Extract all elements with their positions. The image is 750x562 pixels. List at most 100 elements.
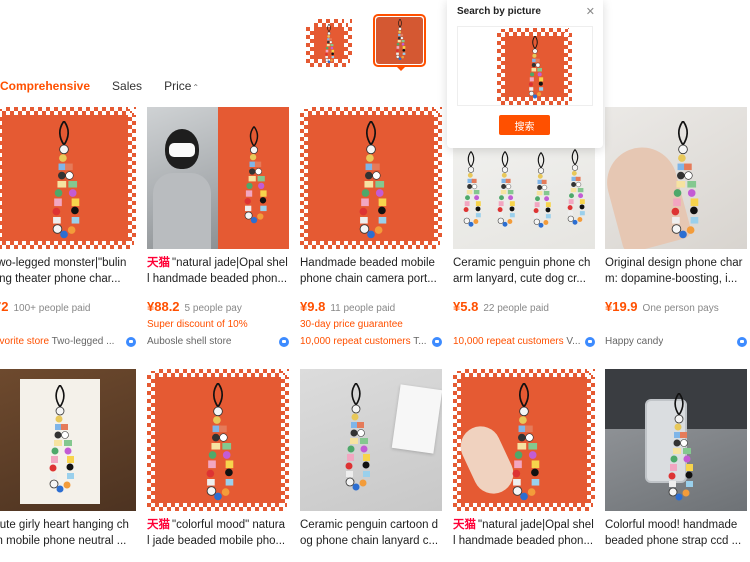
product-image[interactable] bbox=[0, 369, 136, 511]
sort-price-label: Price bbox=[164, 79, 192, 93]
shop-name[interactable]: 10,000 repeat customers V... bbox=[453, 336, 581, 347]
product-image[interactable] bbox=[605, 369, 747, 511]
product-card[interactable]: Ceramic penguin cartoon d og phone chain… bbox=[300, 369, 442, 549]
product-image[interactable] bbox=[300, 369, 442, 511]
search-image-thumbnail-2-selected[interactable] bbox=[373, 14, 426, 67]
sort-bar: Comprehensive Sales Price⌃ bbox=[0, 77, 221, 95]
sort-sales[interactable]: Sales bbox=[112, 79, 142, 93]
sort-comprehensive[interactable]: Comprehensive bbox=[0, 79, 90, 93]
product-image[interactable] bbox=[300, 107, 442, 249]
product-title-line-1: Ceramic penguin phone ch bbox=[453, 257, 591, 269]
product-title-line-1: Colorful mood! handmade bbox=[605, 519, 738, 531]
product-image[interactable] bbox=[605, 107, 747, 249]
model-jacket bbox=[153, 173, 211, 249]
shop-name[interactable]: avorite store Two-legged ... bbox=[0, 336, 114, 347]
price-line: ¥5.8 22 people paid bbox=[453, 299, 595, 314]
product-card[interactable]: 天猫 "natural jade|Opal shel l handmade bea… bbox=[147, 107, 289, 347]
tmall-badge: 天猫 bbox=[453, 519, 476, 531]
bead-strap-image bbox=[324, 23, 335, 64]
bead-strap-image bbox=[243, 125, 267, 225]
shop-line: 10,000 repeat customers V... bbox=[453, 336, 595, 347]
paid-count: One person pays bbox=[642, 303, 719, 314]
product-price: ¥5.8 bbox=[453, 299, 479, 314]
face-mask bbox=[169, 143, 195, 157]
product-title[interactable]: cute girly heart hanging ch in mobile ph… bbox=[0, 517, 136, 549]
shop-line: 10,000 repeat customers T... bbox=[300, 336, 442, 347]
shop-name[interactable]: 10,000 repeat customers T... bbox=[300, 336, 427, 347]
product-title-line-1: "natural jade|Opal shel bbox=[172, 257, 288, 269]
strap-photo bbox=[218, 107, 289, 249]
product-card[interactable]: Colorful mood! handmade beaded phone str… bbox=[605, 369, 747, 549]
product-image[interactable] bbox=[147, 369, 289, 511]
thumbnail-photo bbox=[376, 17, 423, 64]
price-line: 72 100+ people paid bbox=[0, 299, 136, 314]
price-line: ¥19.9 One person pays bbox=[605, 299, 747, 314]
search-by-picture-popup: Search by picture ✕ 搜索 bbox=[447, 0, 603, 148]
shop-name[interactable]: Aubosle shell store bbox=[147, 336, 232, 347]
product-image[interactable] bbox=[453, 369, 595, 511]
product-title-line-2: beaded phone strap ccd ... bbox=[605, 535, 742, 547]
wangwang-chat-icon[interactable] bbox=[737, 336, 747, 347]
product-price: ¥19.9 bbox=[605, 299, 638, 314]
bead-strap-image bbox=[533, 151, 552, 229]
bead-strap-image bbox=[48, 385, 75, 494]
bead-strap-image bbox=[358, 121, 388, 240]
product-price: ¥9.8 bbox=[300, 299, 326, 314]
product-image[interactable] bbox=[0, 107, 136, 249]
product-card[interactable]: Handmade beaded mobile phone chain camer… bbox=[300, 107, 442, 347]
search-button[interactable]: 搜索 bbox=[499, 115, 550, 135]
product-title[interactable]: two-legged monster|"bulin ling theater p… bbox=[0, 255, 136, 287]
tmall-badge: 天猫 bbox=[147, 257, 170, 269]
product-title[interactable]: Handmade beaded mobile phone chain camer… bbox=[300, 255, 442, 287]
promo-text bbox=[605, 319, 747, 331]
shop-name[interactable]: Happy candy bbox=[605, 336, 663, 347]
product-title[interactable]: 天猫 "natural jade|Opal shel l handmade bea… bbox=[453, 517, 595, 549]
bead-strap-image bbox=[395, 19, 406, 61]
close-icon[interactable]: ✕ bbox=[586, 5, 595, 18]
popup-title: Search by picture bbox=[457, 6, 541, 17]
model-photo bbox=[147, 107, 218, 249]
product-title-line-2: phone chain camera port... bbox=[300, 273, 437, 285]
shop-line: Aubosle shell store bbox=[147, 336, 289, 347]
uploaded-image bbox=[497, 28, 572, 105]
promo-text: 30-day price guarantee bbox=[300, 319, 403, 330]
promo-text: Super discount of 10% bbox=[147, 319, 248, 330]
wangwang-chat-icon[interactable] bbox=[432, 336, 442, 347]
product-title-line-2: l handmade beaded phon... bbox=[453, 535, 594, 547]
product-title-line-2: ling theater phone char... bbox=[0, 273, 121, 285]
bead-strap-image bbox=[511, 383, 541, 502]
price-line: ¥88.2 5 people pay bbox=[147, 299, 289, 314]
product-title-line-2: in mobile phone neutral ... bbox=[0, 535, 127, 547]
photo-card bbox=[391, 384, 442, 454]
wangwang-chat-icon[interactable] bbox=[279, 336, 289, 347]
product-title[interactable]: Ceramic penguin cartoon d og phone chain… bbox=[300, 517, 442, 549]
product-title-line-1: Original design phone char bbox=[605, 257, 743, 269]
paid-count: 22 people paid bbox=[483, 303, 549, 314]
paid-count: 5 people pay bbox=[184, 303, 242, 314]
bead-strap-image bbox=[463, 150, 482, 228]
product-title[interactable]: Original design phone char m: dopamine-b… bbox=[605, 255, 747, 287]
product-price: 72 bbox=[0, 299, 9, 314]
shop-line: avorite store Two-legged ... bbox=[0, 336, 136, 347]
bead-strap-image bbox=[527, 35, 544, 99]
product-title[interactable]: 天猫 "natural jade|Opal shel l handmade bea… bbox=[147, 255, 289, 287]
shop-highlight: 10,000 repeat customers bbox=[453, 336, 564, 347]
product-title[interactable]: Ceramic penguin phone ch arm lanyard, cu… bbox=[453, 255, 595, 287]
product-card[interactable]: cute girly heart hanging ch in mobile ph… bbox=[0, 369, 136, 549]
product-title-line-2: m: dopamine-boosting, i... bbox=[605, 273, 738, 285]
search-image-thumbnail-1[interactable] bbox=[306, 19, 352, 67]
wangwang-chat-icon[interactable] bbox=[126, 336, 136, 347]
sort-price[interactable]: Price⌃ bbox=[164, 79, 199, 93]
bead-strap-image bbox=[667, 393, 694, 502]
product-title[interactable]: 天猫 "colorful mood" natura l jade beaded m… bbox=[147, 517, 289, 549]
price-line: ¥9.8 11 people paid bbox=[300, 299, 442, 314]
bead-strap-image bbox=[344, 383, 371, 492]
product-card[interactable]: 天猫 "colorful mood" natura l jade beaded m… bbox=[147, 369, 289, 549]
product-title[interactable]: Colorful mood! handmade beaded phone str… bbox=[605, 517, 747, 549]
wangwang-chat-icon[interactable] bbox=[585, 336, 595, 347]
product-card[interactable]: 天猫 "natural jade|Opal shel l handmade bea… bbox=[453, 369, 595, 549]
product-card[interactable]: two-legged monster|"bulin ling theater p… bbox=[0, 107, 136, 347]
product-image[interactable] bbox=[147, 107, 289, 249]
product-card[interactable]: Original design phone char m: dopamine-b… bbox=[605, 107, 747, 347]
shop-line: Happy candy bbox=[605, 336, 747, 347]
